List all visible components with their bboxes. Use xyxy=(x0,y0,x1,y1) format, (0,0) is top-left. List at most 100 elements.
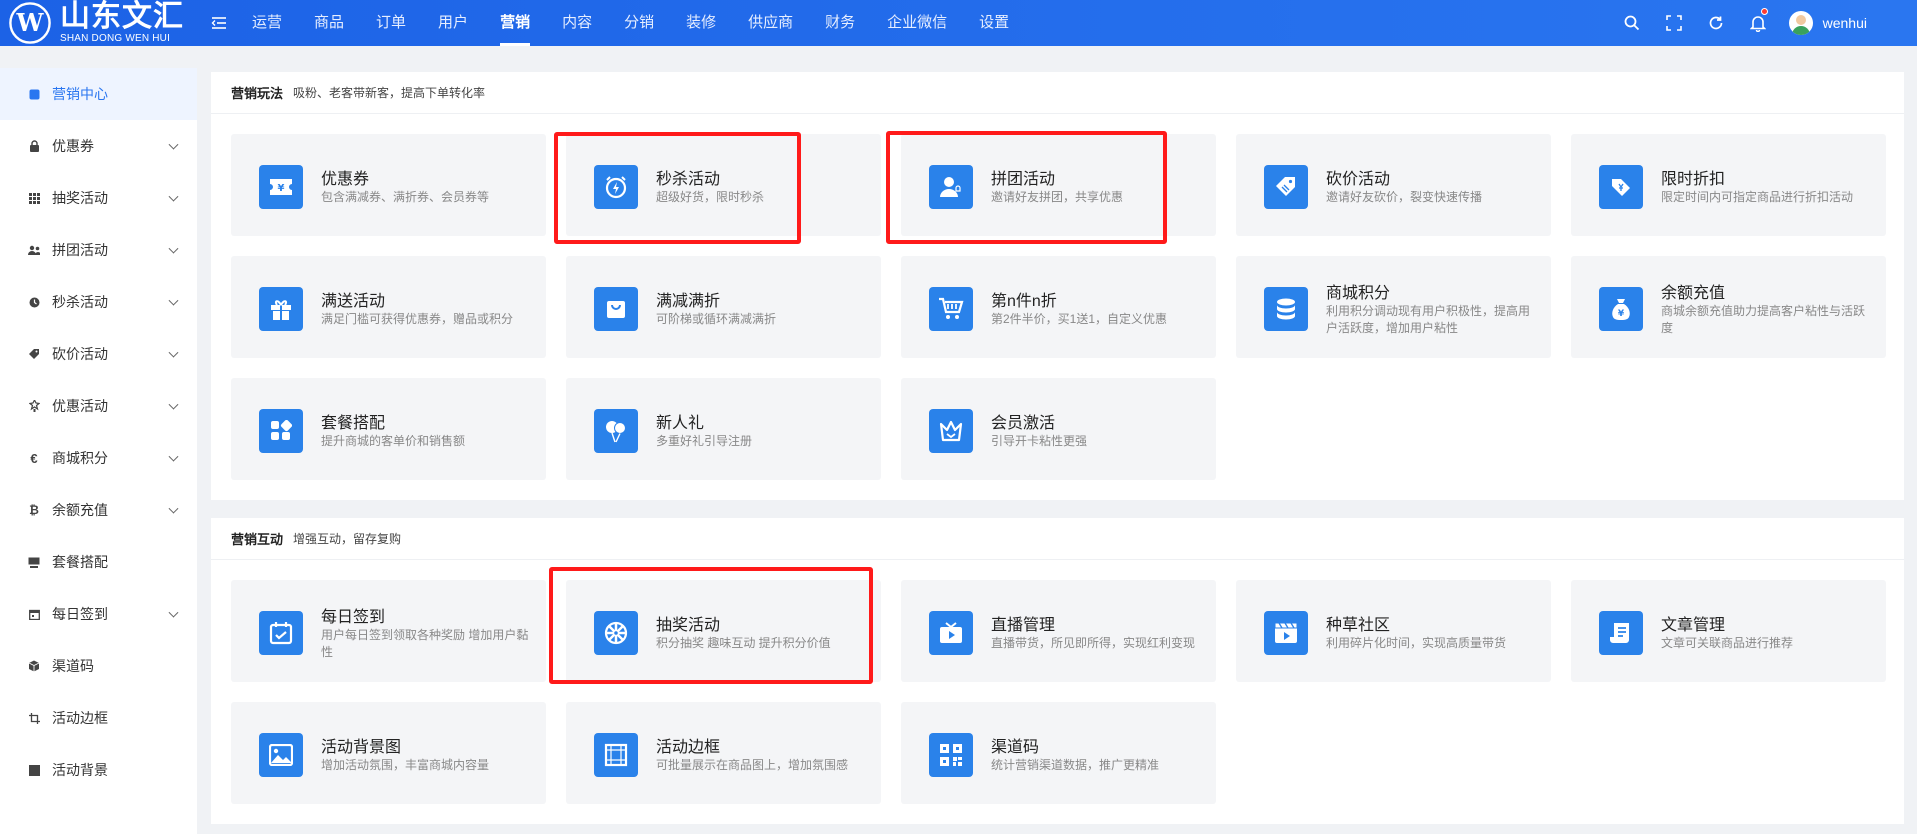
card-package-combo[interactable]: 套餐搭配 提升商城的客单价和销售额 xyxy=(231,378,546,480)
card-description: 利用碎片化时间，实现高质量带货 xyxy=(1326,636,1507,650)
sidebar-item-activity-background[interactable]: 活动背景 xyxy=(0,744,197,796)
card-group-buy[interactable]: 拼团活动 邀请好友拼团，共享优惠 xyxy=(901,134,1216,236)
bag-icon xyxy=(594,287,638,331)
tag-icon xyxy=(28,348,40,360)
card-limited-discount[interactable]: 限时折扣 限定时间内可指定商品进行折扣活动 xyxy=(1571,134,1886,236)
sidebar-item-label: 渠道码 xyxy=(52,658,94,674)
coins-icon xyxy=(1264,287,1308,331)
sidebar-item-channel-code[interactable]: 渠道码 xyxy=(0,640,197,692)
sidebar-item-label: 拼团活动 xyxy=(52,242,108,258)
card-title: 活动边框 xyxy=(656,739,721,756)
sidebar-item-daily-checkin[interactable]: 每日签到 xyxy=(0,588,197,640)
fullscreen-icon[interactable] xyxy=(1653,0,1695,46)
image-icon xyxy=(28,764,40,776)
gift-icon xyxy=(259,287,303,331)
card-full-reduction[interactable]: 满减满折 可阶梯或循环满减满折 xyxy=(566,256,881,358)
nav-item-marketing[interactable]: 营销 xyxy=(484,0,546,46)
card-title: 满减满折 xyxy=(656,293,721,310)
nav-item-finance[interactable]: 财务 xyxy=(809,0,871,46)
article-icon xyxy=(1599,611,1643,655)
brand-logo[interactable]: W 山东文汇 SHAN DONG WEN HUI xyxy=(0,0,190,46)
card-title: 直播管理 xyxy=(991,617,1056,634)
nav-item-distribution[interactable]: 分销 xyxy=(608,0,670,46)
nav-item-decoration[interactable]: 装修 xyxy=(670,0,732,46)
sidebar-item-label: 营销中心 xyxy=(52,86,108,102)
card-lottery[interactable]: 抽奖活动 积分抽奖 趣味互动 提升积分价值 xyxy=(566,580,881,682)
discount-icon xyxy=(1599,165,1643,209)
card-activity-background[interactable]: 活动背景图 增加活动氛围，丰富商城内容量 xyxy=(231,702,546,804)
bell-icon[interactable] xyxy=(1737,0,1779,46)
user-menu[interactable]: wenhui xyxy=(1788,11,1867,35)
card-coupon[interactable]: ¥ 优惠券 包含满减券、满折券、会员券等 xyxy=(231,134,546,236)
card-community[interactable]: 种草社区 利用碎片化时间，实现高质量带货 xyxy=(1236,580,1551,682)
card-bargain[interactable]: 砍价活动 邀请好友砍价，裂变快速传播 xyxy=(1236,134,1551,236)
coupon-icon: ¥ xyxy=(259,165,303,209)
card-nth-item-discount[interactable]: 第n件n折 第2件半价，买1送1，自定义优惠 xyxy=(901,256,1216,358)
card-gift-promo[interactable]: 满送活动 满足门槛可获得优惠券，赠品或积分 xyxy=(231,256,546,358)
live-icon xyxy=(929,611,973,655)
section-subtitle: 增强互动，留存复购 xyxy=(293,532,402,546)
card-balance-recharge[interactable]: ¥ 余额充值 商城余额充值助力提高客户粘性与活跃度 xyxy=(1571,256,1886,358)
card-channel-code[interactable]: 渠道码 统计营销渠道数据，推广更精准 xyxy=(901,702,1216,804)
sidebar-item-coupons[interactable]: 优惠券 xyxy=(0,120,197,172)
card-daily-checkin[interactable]: 每日签到 用户每日签到领取各种奖励 增加用户黏性 xyxy=(231,580,546,682)
card-description: 用户每日签到领取各种奖励 增加用户黏性 xyxy=(321,628,529,659)
wheel-icon xyxy=(594,611,638,655)
card-description: 满足门槛可获得优惠券，赠品或积分 xyxy=(321,312,514,326)
search-icon[interactable] xyxy=(1611,0,1653,46)
chevron-down-icon xyxy=(168,451,179,462)
nav-item-content[interactable]: 内容 xyxy=(546,0,608,46)
card-newcomer-gift[interactable]: 新人礼 多重好礼引导注册 xyxy=(566,378,881,480)
card-activity-frame[interactable]: 活动边框 可批量展示在商品图上，增加氛围感 xyxy=(566,702,881,804)
username: wenhui xyxy=(1822,15,1867,31)
sidebar-item-marketing-center[interactable]: 营销中心 xyxy=(0,68,197,120)
nav-item-products[interactable]: 商品 xyxy=(298,0,360,46)
brand-name-en: SHAN DONG WEN HUI xyxy=(60,33,171,44)
card-description: 商城余额充值助力提高客户粘性与活跃度 xyxy=(1661,304,1866,335)
svg-text:¥: ¥ xyxy=(1618,309,1625,319)
chevron-down-icon xyxy=(168,191,179,202)
chevron-down-icon xyxy=(168,347,179,358)
sidebar-item-points[interactable]: € 商城积分 xyxy=(0,432,197,484)
card-title: 会员激活 xyxy=(991,415,1056,432)
sidebar-item-label: 砍价活动 xyxy=(52,346,108,362)
square-icon xyxy=(28,88,40,100)
card-mall-points[interactable]: 商城积分 利用积分调动现有用户积极性，提高用户活跃度，增加用户粘性 xyxy=(1236,256,1551,358)
menu-collapse-icon[interactable] xyxy=(208,0,230,46)
sidebar-item-flash-sale[interactable]: 秒杀活动 xyxy=(0,276,197,328)
crown-icon xyxy=(929,409,973,453)
card-title: 商城积分 xyxy=(1326,285,1391,302)
section-subtitle: 吸粉、老客带新客，提高下单转化率 xyxy=(293,86,486,100)
nav-item-supplier[interactable]: 供应商 xyxy=(732,0,809,46)
chevron-down-icon xyxy=(168,139,179,150)
card-member-activation[interactable]: 会员激活 引导开卡粘性更强 xyxy=(901,378,1216,480)
card-article-management[interactable]: 文章管理 文章可关联商品进行推荐 xyxy=(1571,580,1886,682)
sidebar-item-bargain[interactable]: 砍价活动 xyxy=(0,328,197,380)
card-live-management[interactable]: 直播管理 直播带货，所见即所得，实现红利变现 xyxy=(901,580,1216,682)
card-description: 邀请好友砍价，裂变快速传播 xyxy=(1326,190,1483,204)
chevron-down-icon xyxy=(168,607,179,618)
refresh-icon[interactable] xyxy=(1695,0,1737,46)
card-description: 邀请好友拼团，共享优惠 xyxy=(991,190,1124,204)
nav-item-settings[interactable]: 设置 xyxy=(963,0,1025,46)
card-description: 引导开卡粘性更强 xyxy=(991,434,1088,448)
sidebar-item-promotions[interactable]: 优惠活动 xyxy=(0,380,197,432)
nav-item-users[interactable]: 用户 xyxy=(422,0,484,46)
sidebar-item-lottery[interactable]: 抽奖活动 xyxy=(0,172,197,224)
sidebar-item-label: 套餐搭配 xyxy=(52,554,108,570)
sidebar-item-activity-frame[interactable]: 活动边框 xyxy=(0,692,197,744)
sidebar-item-package[interactable]: 套餐搭配 xyxy=(0,536,197,588)
card-flash-sale[interactable]: 秒杀活动 超级好货，限时秒杀 xyxy=(566,134,881,236)
sidebar: 营销中心 优惠券 抽奖活动 拼团活动 秒杀活动 砍价活动 优惠活动 € 商城积分… xyxy=(0,68,197,834)
sidebar-item-recharge[interactable]: ₿ 余额充值 xyxy=(0,484,197,536)
sidebar-item-group-buy[interactable]: 拼团活动 xyxy=(0,224,197,276)
crop-icon xyxy=(28,712,40,724)
nav-item-wecom[interactable]: 企业微信 xyxy=(871,0,963,46)
sidebar-item-label: 活动边框 xyxy=(52,710,108,726)
bargain-icon xyxy=(1264,165,1308,209)
card-title: 套餐搭配 xyxy=(321,415,386,432)
nav-item-orders[interactable]: 订单 xyxy=(360,0,422,46)
nav-item-operations[interactable]: 运营 xyxy=(236,0,298,46)
marketing-interaction-section: 营销互动 增强互动，留存复购 每日签到 用户每日签到领取各种奖励 增加用户黏性 … xyxy=(211,518,1904,824)
card-title: 新人礼 xyxy=(656,415,705,432)
